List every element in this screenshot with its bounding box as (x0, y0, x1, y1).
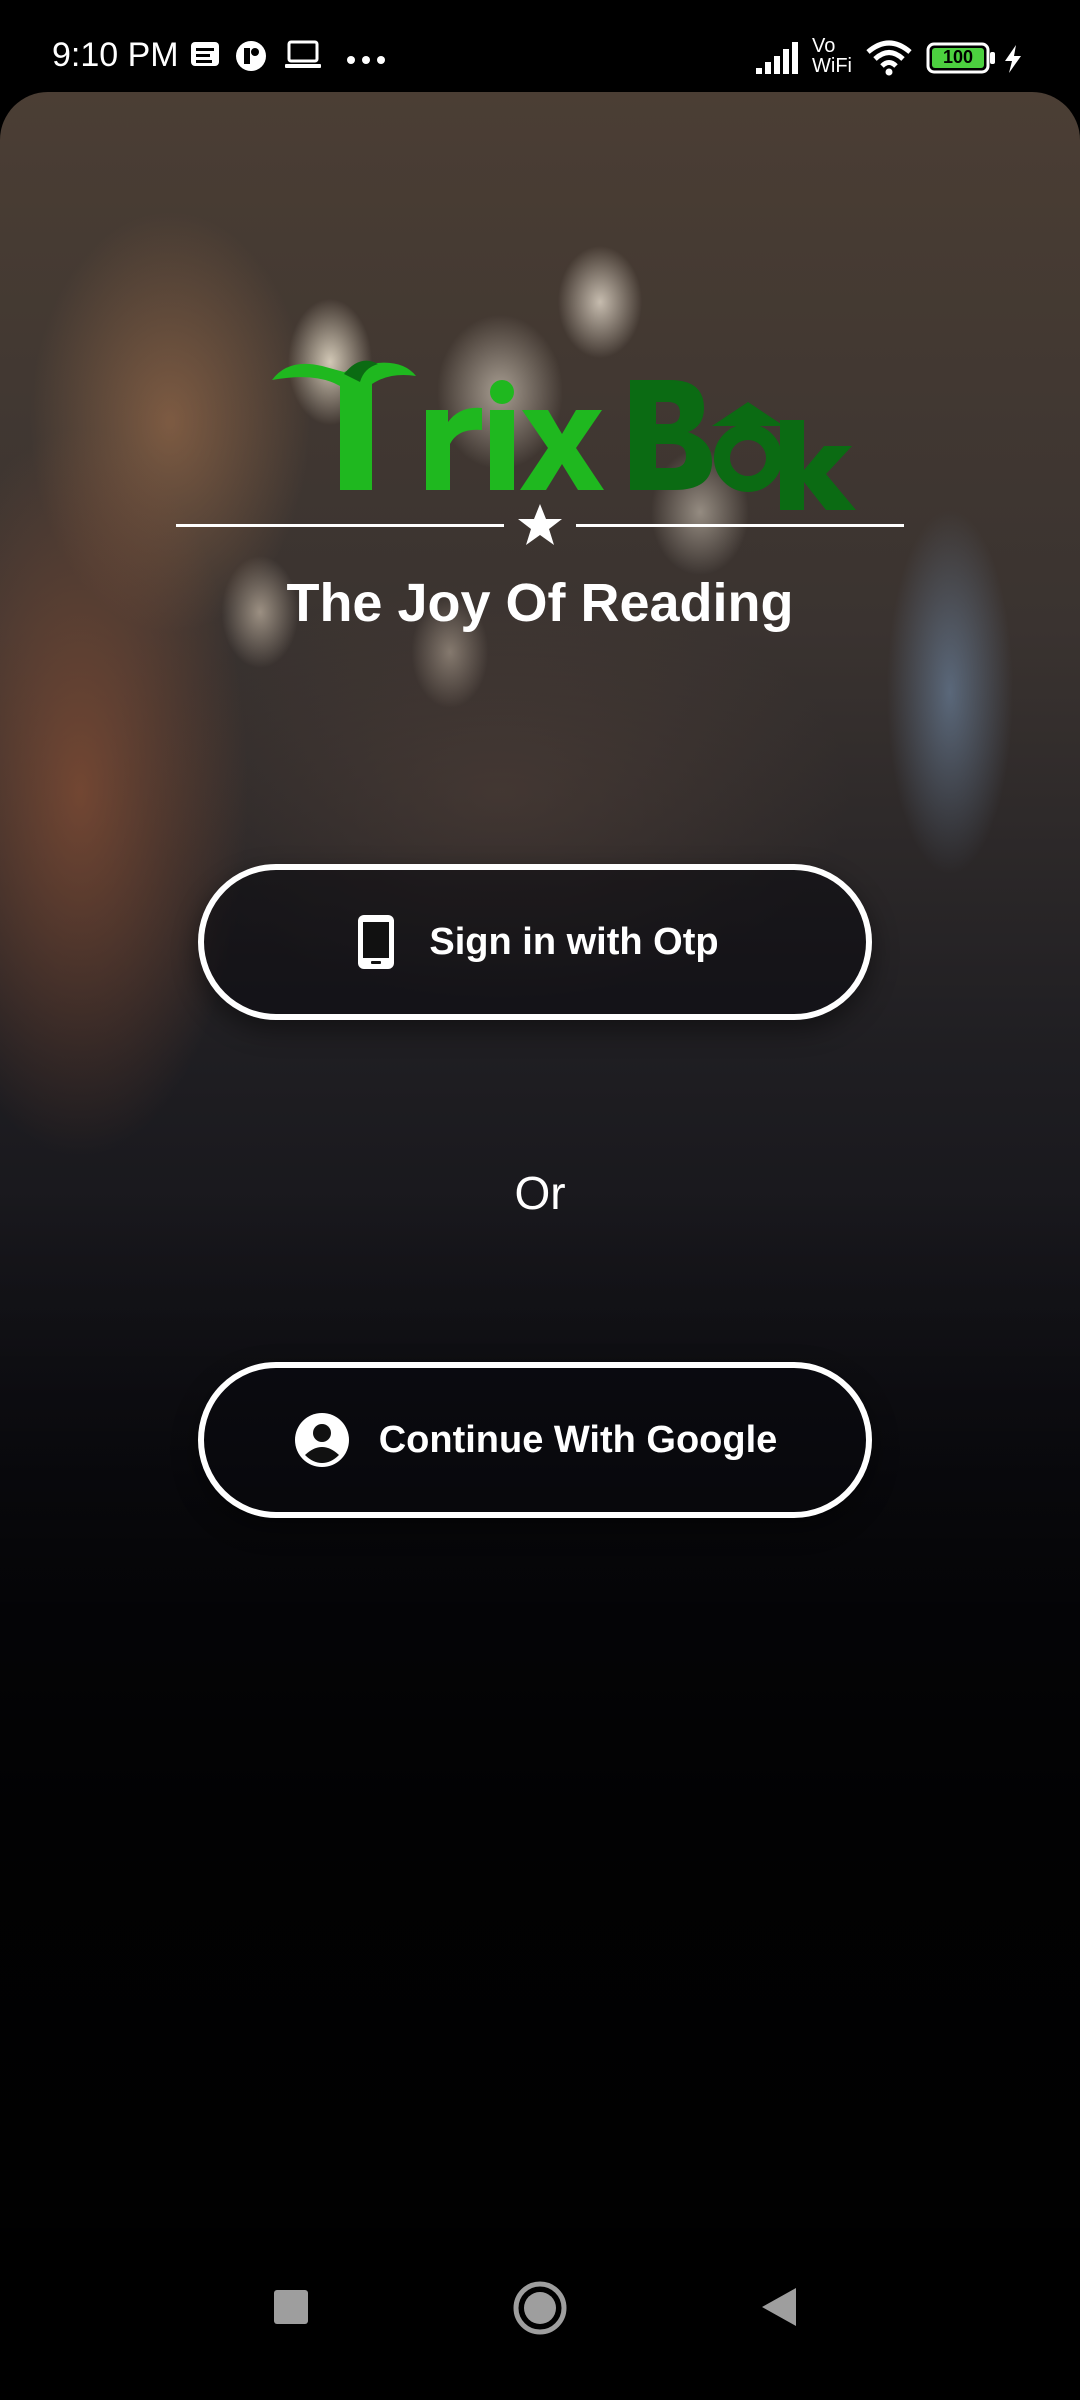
continue-google-button[interactable]: Continue With Google (198, 1362, 872, 1518)
status-bar: 9:10 PM Vo WiFi 100 (0, 0, 1080, 92)
logo-tail (724, 400, 870, 515)
sign-in-otp-label: Sign in with Otp (429, 920, 719, 963)
vowifi-label: Vo WiFi (812, 36, 852, 76)
back-icon[interactable] (758, 2284, 800, 2335)
divider-left (176, 524, 504, 527)
more-icon (346, 52, 386, 70)
wifi-icon (864, 38, 914, 81)
home-icon[interactable] (512, 2280, 568, 2341)
signal-icon (754, 40, 802, 81)
charging-icon (1002, 44, 1024, 79)
account-circle-icon (293, 1411, 351, 1469)
continue-google-label: Continue With Google (378, 1418, 778, 1461)
star-icon (515, 500, 565, 550)
tagline: The Joy Of Reading (286, 573, 794, 633)
battery-level: 100 (942, 47, 974, 67)
background-shade (0, 1192, 1080, 2232)
sign-in-otp-button[interactable]: Sign in with Otp (198, 864, 872, 1020)
app-icon (234, 40, 268, 77)
status-time: 9:10 PM (52, 36, 179, 74)
recents-icon[interactable] (270, 2286, 312, 2333)
battery-icon: 100 (926, 42, 998, 79)
phone-icon (351, 913, 401, 971)
navigation-bar (0, 2232, 1080, 2400)
trix-book-logo (260, 280, 820, 500)
laptop-icon (284, 40, 322, 75)
divider-right (576, 524, 904, 527)
or-separator: Or (514, 1167, 566, 1219)
vowifi-top: Vo (812, 35, 836, 57)
message-icon (190, 40, 220, 73)
vowifi-bottom: WiFi (812, 55, 852, 77)
